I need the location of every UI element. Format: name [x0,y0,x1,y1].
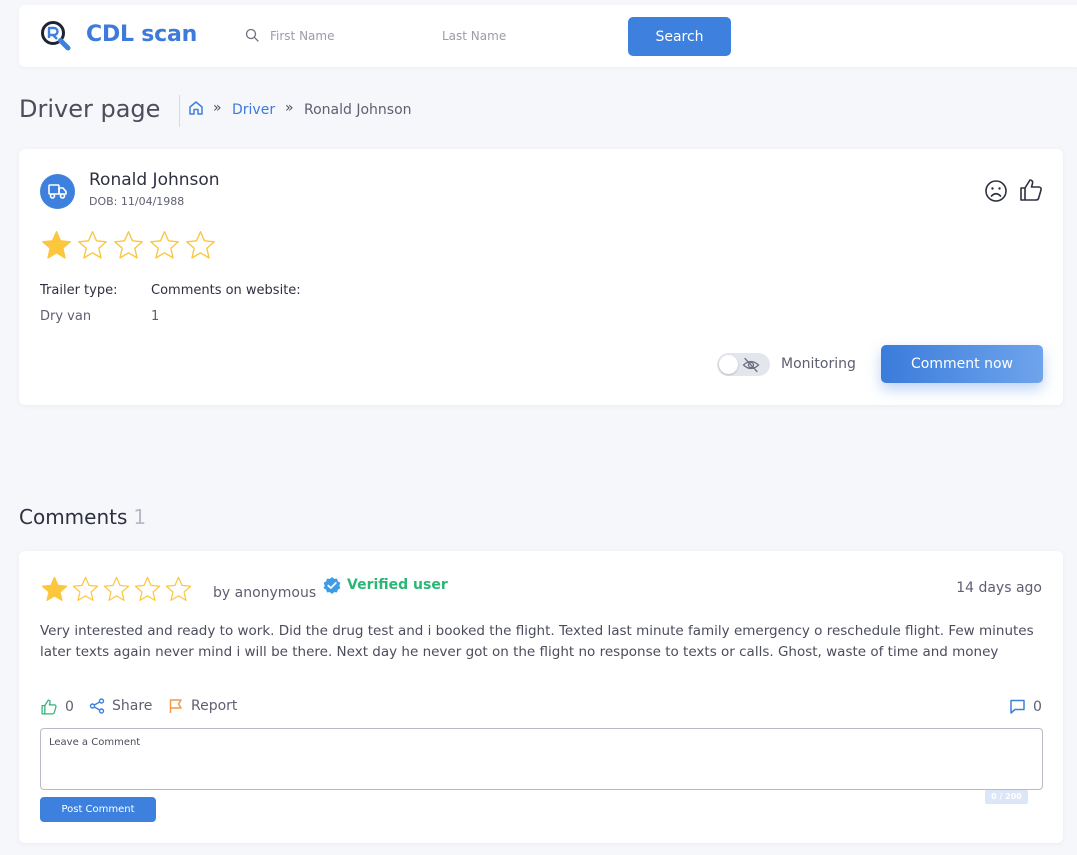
comments-heading-text: Comments [19,505,128,529]
comment-now-button[interactable]: Comment now [881,345,1043,383]
share-label: Share [112,698,153,714]
comment-input[interactable] [40,728,1043,790]
truck-icon [48,184,67,199]
app-name[interactable]: CDL scan [86,22,197,47]
search-icon [245,28,259,42]
char-counter: 0 / 200 [985,790,1028,804]
comments-heading: Comments 1 [19,505,146,529]
page-title: Driver page [19,95,161,123]
comment-like-button[interactable]: 0 [40,698,74,716]
verified-user-label: Verified user [347,577,448,593]
star-empty-icon [186,231,215,259]
breadcrumb-divider [179,95,180,127]
sad-face-icon[interactable] [984,179,1008,203]
toggle-knob [719,355,738,374]
star-empty-icon [114,231,143,259]
comment-card: by anonymous Verified user 14 days ago V… [19,551,1063,843]
trailer-type-label: Trailer type: [40,283,118,298]
driver-card: Ronald Johnson DOB: 11/04/1988 Trailer t… [19,149,1063,405]
driver-name: Ronald Johnson [89,170,220,190]
reply-count: 0 [1033,698,1042,715]
report-label: Report [191,698,238,714]
like-count: 0 [65,699,74,715]
flag-icon [169,699,182,713]
star-empty-icon [165,576,192,601]
trailer-type-value: Dry van [40,309,92,324]
dob-value: 11/04/1988 [120,195,185,208]
star-filled-icon [42,231,71,259]
search-button[interactable]: Search [628,17,731,56]
replies-button[interactable]: 0 [1009,698,1042,715]
driver-dob: DOB: 11/04/1988 [89,195,184,208]
share-button[interactable]: Share [89,698,152,714]
driver-rating [40,229,217,262]
verified-badge-icon [323,577,341,594]
star-empty-icon [134,576,161,601]
breadcrumb-driver-link[interactable]: Driver [232,102,275,118]
breadcrumb-separator: » [213,100,222,116]
comment-text: Very interested and ready to work. Did t… [40,623,1034,660]
comments-on-website-label: Comments on website: [151,283,301,298]
star-empty-icon [150,231,179,259]
breadcrumb-current: Ronald Johnson [304,102,412,118]
thumbs-up-icon [41,699,57,715]
star-empty-icon [78,231,107,259]
first-name-input[interactable] [270,26,420,46]
comments-on-website-value: 1 [151,309,160,324]
logo-icon [41,21,71,51]
comments-count: 1 [133,505,147,529]
breadcrumb-separator: » [285,100,294,116]
monitoring-toggle[interactable] [717,353,770,376]
share-icon [89,698,105,714]
comment-rating [40,575,193,604]
monitoring-label: Monitoring [781,356,856,372]
comment-author: by anonymous [213,585,317,601]
report-button[interactable]: Report [168,698,237,714]
star-filled-icon [41,576,68,601]
thumbs-up-icon[interactable] [1018,177,1044,203]
comment-timestamp: 14 days ago [956,580,1042,596]
eye-off-icon [742,357,760,373]
home-icon[interactable] [188,100,204,116]
avatar [40,174,75,209]
star-empty-icon [72,576,99,601]
dob-label: DOB: [89,195,118,208]
post-comment-button[interactable]: Post Comment [40,797,156,822]
chat-bubble-icon [1010,699,1025,714]
star-empty-icon [103,576,130,601]
top-bar: CDL scan Search [19,5,1077,67]
last-name-input[interactable] [442,26,602,46]
